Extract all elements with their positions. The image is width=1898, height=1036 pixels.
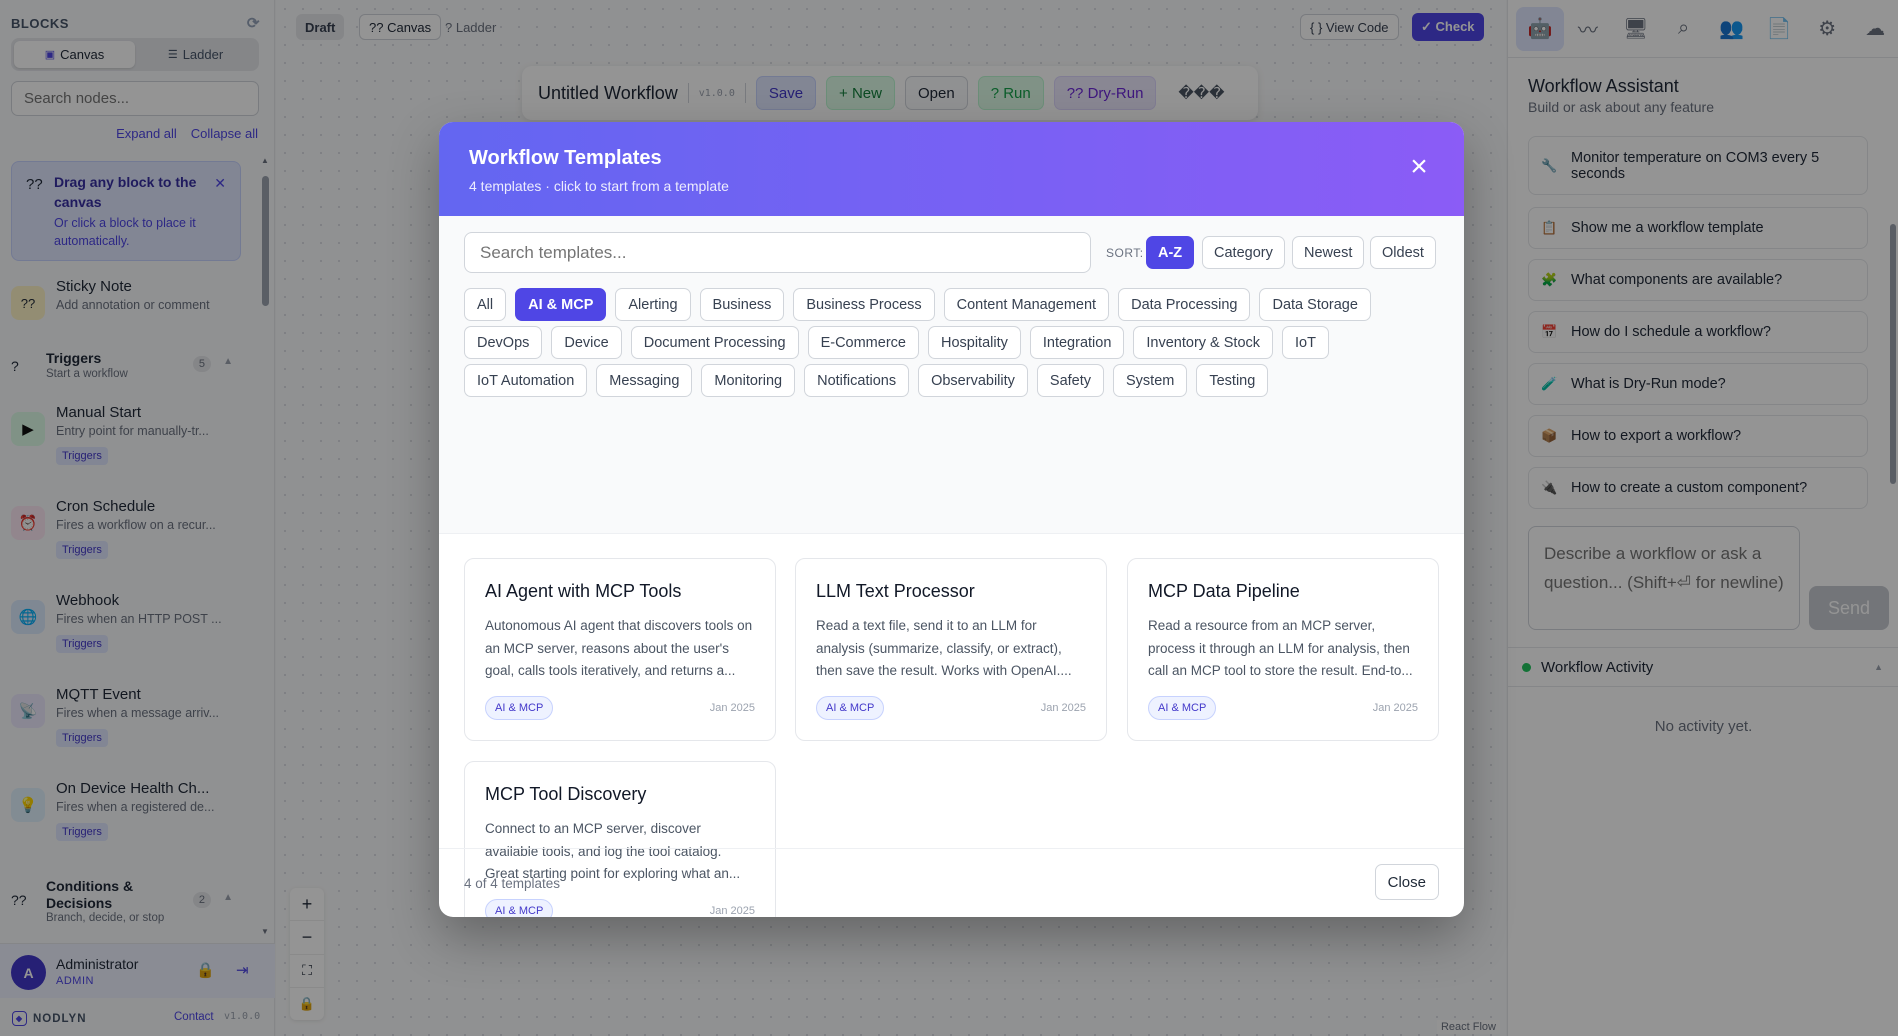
category-chip-observability[interactable]: Observability [918,364,1028,397]
template-card[interactable]: MCP Data Pipeline Read a resource from a… [1127,558,1439,741]
category-chip-iot-automation[interactable]: IoT Automation [464,364,588,397]
search-templates-input[interactable] [464,232,1091,273]
category-chip-testing[interactable]: Testing [1196,364,1269,397]
category-chip-data-processing[interactable]: Data Processing [1118,288,1251,321]
category-chip-system[interactable]: System [1113,364,1188,397]
template-card[interactable]: LLM Text Processor Read a text file, sen… [795,558,1107,741]
category-chip-ai-mcp[interactable]: AI & MCP [515,288,607,321]
template-date: Jan 2025 [1372,702,1418,714]
category-chip-integration[interactable]: Integration [1029,326,1125,359]
close-button[interactable]: Close [1374,864,1439,900]
template-desc: Read a resource from an MCP server, proc… [1148,618,1413,678]
template-title: MCP Data Pipeline [1148,581,1300,601]
sort-label: SORT: [1106,246,1144,260]
template-desc: Autonomous AI agent that discovers tools… [485,618,753,678]
modal-filters: SORT: A-Z Category Newest Oldest All AI … [439,216,1464,534]
category-chip-notifications[interactable]: Notifications [804,364,910,397]
template-desc: Read a text file, send it to an LLM for … [816,618,1072,678]
category-chip-hospitality[interactable]: Hospitality [927,326,1021,359]
category-chip-business-process[interactable]: Business Process [793,288,935,321]
category-chip-business[interactable]: Business [699,288,785,321]
template-badge: AI & MCP [485,696,554,720]
sort-a-z-button[interactable]: A-Z [1146,236,1195,269]
category-chip-device[interactable]: Device [551,326,622,359]
category-chip-devops[interactable]: DevOps [464,326,543,359]
modal-header: Workflow Templates 4 templates · click t… [439,122,1464,216]
template-badge: AI & MCP [1148,696,1217,720]
template-title: LLM Text Processor [816,581,975,601]
modal-subtitle: 4 templates · click to start from a temp… [469,178,729,194]
category-chip-content-management[interactable]: Content Management [943,288,1110,321]
modal-title: Workflow Templates [469,147,662,169]
sort-category-button[interactable]: Category [1202,236,1285,269]
category-chip-document-processing[interactable]: Document Processing [630,326,799,359]
template-date: Jan 2025 [709,702,755,714]
template-grid: AI Agent with MCP Tools Autonomous AI ag… [439,534,1464,917]
category-chip-data-storage[interactable]: Data Storage [1259,288,1371,321]
template-count: 4 of 4 templates [464,876,561,891]
close-icon[interactable]: × [1404,152,1434,182]
category-chip-inventory-stock[interactable]: Inventory & Stock [1133,326,1274,359]
category-chip-e-commerce[interactable]: E-Commerce [807,326,919,359]
template-title: AI Agent with MCP Tools [485,581,682,601]
template-card[interactable]: AI Agent with MCP Tools Autonomous AI ag… [464,558,776,741]
category-chip-all[interactable]: All [464,288,507,321]
template-badge: AI & MCP [816,696,885,720]
templates-modal: Workflow Templates 4 templates · click t… [439,122,1464,917]
sort-newest-button[interactable]: Newest [1292,236,1365,269]
template-title: MCP Tool Discovery [485,784,647,804]
modal-footer: 4 of 4 templates Close [439,848,1464,917]
template-date: Jan 2025 [1040,702,1086,714]
category-chip-monitoring[interactable]: Monitoring [701,364,796,397]
category-chip-safety[interactable]: Safety [1036,364,1105,397]
sort-oldest-button[interactable]: Oldest [1370,236,1436,269]
category-chip-alerting[interactable]: Alerting [615,288,691,321]
category-chip-iot[interactable]: IoT [1282,326,1329,359]
category-chip-messaging[interactable]: Messaging [596,364,693,397]
category-filters: All AI & MCP Alerting Business Business … [464,288,1439,397]
